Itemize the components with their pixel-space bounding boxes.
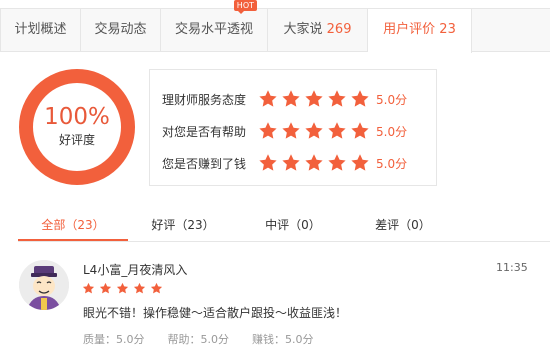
rating-score: 5.0分 bbox=[376, 92, 408, 107]
star-icon bbox=[350, 153, 370, 173]
star-icon bbox=[258, 121, 278, 141]
tab-label: 交易动态 bbox=[94, 22, 147, 37]
star-icon bbox=[350, 89, 370, 109]
star-icon bbox=[116, 282, 129, 295]
star-icon bbox=[82, 282, 95, 295]
rating-stars bbox=[258, 153, 370, 173]
tab-count: 23 bbox=[439, 22, 456, 37]
rating-score: 5.0分 bbox=[376, 124, 408, 139]
tab-label: 计划概述 bbox=[14, 22, 67, 37]
rating-row: 对您是否有帮助 5.0分 bbox=[162, 115, 436, 147]
star-icon bbox=[281, 153, 301, 173]
review-quality-score: 质量：5.0分 bbox=[83, 333, 145, 346]
review-earn-score: 赚钱：5.0分 bbox=[252, 333, 314, 346]
hot-badge: HOT bbox=[233, 0, 257, 14]
star-icon bbox=[281, 89, 301, 109]
star-icon bbox=[133, 282, 146, 295]
tab-plan-overview[interactable]: 计划概述 bbox=[1, 9, 81, 51]
review-time: 11:35 bbox=[496, 261, 528, 274]
star-icon bbox=[304, 89, 324, 109]
rating-label: 您是否赚到了钱 bbox=[162, 156, 247, 171]
filter-all[interactable]: 全部（23） bbox=[18, 212, 128, 241]
tab-count: 269 bbox=[326, 22, 352, 37]
review-comment: 眼光不错！操作稳健～适合散户跟投～收益匪浅！ bbox=[83, 306, 348, 320]
rating-stars bbox=[258, 89, 370, 109]
review-filter-tabs: 全部（23） 好评（23） 中评（0） 差评（0） bbox=[18, 212, 550, 242]
filter-negative[interactable]: 差评（0） bbox=[348, 212, 458, 241]
positive-rate-percent: 100% bbox=[44, 104, 110, 130]
tab-bar: 计划概述 交易动态 交易水平透视 HOT 大家说 269 用户评价 23 bbox=[0, 0, 550, 53]
positive-rate-ring: 100% 好评度 bbox=[19, 69, 135, 185]
star-icon bbox=[258, 89, 278, 109]
rating-score: 5.0分 bbox=[376, 156, 408, 171]
tab-user-reviews[interactable]: 用户评价 23 bbox=[368, 9, 472, 53]
cartoon-avatar-icon bbox=[19, 260, 69, 310]
tab-label: 用户评价 bbox=[383, 22, 436, 37]
rating-label: 理财师服务态度 bbox=[162, 92, 247, 107]
star-icon bbox=[99, 282, 112, 295]
positive-rate-label: 好评度 bbox=[58, 133, 95, 147]
filter-positive[interactable]: 好评（23） bbox=[128, 212, 238, 241]
rating-row: 理财师服务态度 5.0分 bbox=[162, 83, 436, 115]
review-meta: 质量：5.0分 帮助：5.0分 赚钱：5.0分 bbox=[83, 331, 337, 347]
star-icon bbox=[304, 153, 324, 173]
star-icon bbox=[258, 153, 278, 173]
tab-discussion[interactable]: 大家说 269 bbox=[268, 9, 368, 51]
rating-label: 对您是否有帮助 bbox=[162, 124, 247, 139]
tab-label: 大家说 bbox=[283, 22, 323, 37]
review-help-score: 帮助：5.0分 bbox=[167, 333, 230, 346]
star-icon bbox=[327, 89, 347, 109]
star-icon bbox=[150, 282, 163, 295]
review-username: L4小富_月夜清风入 bbox=[83, 263, 188, 277]
star-icon bbox=[350, 121, 370, 141]
review-stars bbox=[82, 282, 163, 295]
rating-stars bbox=[258, 121, 370, 141]
star-icon bbox=[327, 153, 347, 173]
rating-row: 您是否赚到了钱 5.0分 bbox=[162, 147, 436, 179]
tab-trade-activity[interactable]: 交易动态 bbox=[81, 9, 161, 51]
filter-neutral[interactable]: 中评（0） bbox=[238, 212, 348, 241]
rating-breakdown: 理财师服务态度 5.0分 对您是否有帮助 5.0分 您是否赚到了钱 5.0分 bbox=[149, 69, 437, 186]
star-icon bbox=[304, 121, 324, 141]
tab-trade-level[interactable]: 交易水平透视 HOT bbox=[161, 0, 268, 51]
star-icon bbox=[327, 121, 347, 141]
tab-label: 交易水平透视 bbox=[174, 22, 253, 37]
star-icon bbox=[281, 121, 301, 141]
